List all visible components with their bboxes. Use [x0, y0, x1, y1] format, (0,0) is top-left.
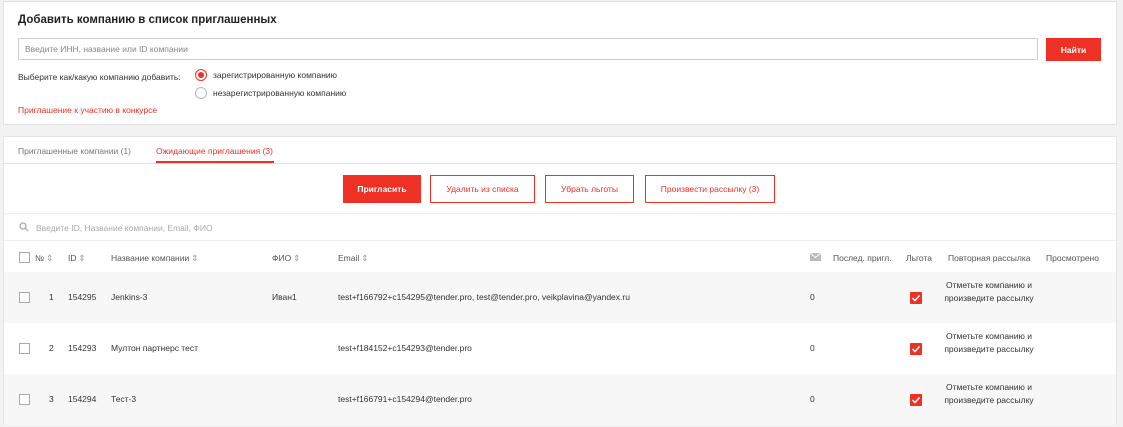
table-filter-input[interactable] [36, 219, 536, 237]
row-checkbox[interactable] [19, 292, 30, 303]
add-panel-title: Добавить компанию в список приглашенных [18, 14, 277, 26]
add-company-panel: Добавить компанию в список приглашенных … [3, 1, 1117, 125]
row-email: test+f166792+c154295@tender.pro, test@te… [338, 292, 630, 302]
row-mail-count: 0 [810, 394, 815, 404]
tabs-bar: Приглашенные компании (1) Ожидающие приг… [4, 137, 1116, 164]
sort-icon: ⇕ [191, 253, 199, 263]
row-email: test+f184152+c154293@tender.pro [338, 343, 472, 353]
invite-to-tender-link[interactable]: Приглашение к участию в конкурсе [18, 105, 157, 115]
row-num: 2 [49, 343, 54, 353]
sort-icon: ⇕ [361, 253, 369, 263]
remove-from-list-button[interactable]: Удалить из списка [430, 175, 535, 203]
sort-icon: ⇕ [46, 253, 54, 263]
table-filter-row [4, 213, 1116, 241]
choose-type-label: Выберите как/какую компанию добавить: [18, 72, 181, 82]
benefit-checkbox-checked-icon[interactable] [910, 394, 922, 406]
row-num: 1 [49, 292, 54, 302]
select-all-checkbox[interactable] [19, 252, 30, 263]
col-repeat-mailing: Повторная рассылка [948, 253, 1031, 263]
tab-invited-companies[interactable]: Приглашенные компании (1) [18, 146, 131, 156]
table-header: № ⇕ ID ⇕ Название компании ⇕ ФИО ⇕ Email ⇕ По… [4, 241, 1116, 272]
col-num[interactable]: № ⇕ [35, 253, 53, 264]
benefit-checkbox-checked-icon[interactable] [910, 292, 922, 304]
row-mail-count: 0 [810, 292, 815, 302]
tab-pending-invitations[interactable]: Ожидающие приглашения (3) [156, 146, 273, 156]
row-email: test+f166791+c154294@tender.pro [338, 394, 472, 404]
col-viewed: Просмотрено [1046, 253, 1099, 263]
row-num: 3 [49, 394, 54, 404]
row-mail-count: 0 [810, 343, 815, 353]
row-company: Тест-3 [111, 394, 137, 404]
table-row[interactable]: 3 154294 Тест-3 test+f166791+c154294@ten… [4, 374, 1116, 425]
row-repeat-hint: Отметьте компанию и произведите рассылку [944, 382, 1034, 405]
radio-checked-icon[interactable] [195, 69, 207, 81]
row-id: 154294 [68, 394, 97, 404]
send-mailing-button[interactable]: Произвести рассылку (3) [645, 175, 775, 203]
row-repeat-hint: Отметьте компанию и произведите рассылку [944, 331, 1034, 354]
company-search-input[interactable] [18, 38, 1038, 60]
row-fio: Иван1 [272, 292, 297, 302]
col-company[interactable]: Название компании ⇕ [111, 253, 198, 264]
row-id: 154295 [68, 292, 97, 302]
table-row[interactable]: 2 154293 Мултон партнерс тест test+f1841… [4, 323, 1116, 374]
radio-unchecked-icon[interactable] [195, 87, 207, 99]
col-email[interactable]: Email ⇕ [338, 253, 368, 264]
search-icon [19, 222, 29, 232]
sort-icon: ⇕ [78, 253, 86, 263]
row-company: Jenkins-3 [111, 292, 148, 302]
benefit-checkbox-checked-icon[interactable] [910, 343, 922, 355]
row-repeat-hint: Отметьте компанию и произведите рассылку [944, 280, 1034, 303]
col-id[interactable]: ID ⇕ [68, 253, 86, 264]
row-id: 154293 [68, 343, 97, 353]
radio-registered-label: зарегистрированную компанию [213, 70, 338, 80]
col-last-invite: Послед. пригл. [833, 253, 892, 263]
row-checkbox[interactable] [19, 394, 30, 405]
sort-icon: ⇕ [293, 253, 301, 263]
col-benefit: Льгота [906, 253, 932, 263]
invite-button[interactable]: Пригласить [343, 175, 421, 203]
active-tab-indicator [156, 161, 274, 163]
row-checkbox[interactable] [19, 343, 30, 354]
radio-unregistered-company[interactable]: незарегистрированную компанию [195, 87, 346, 99]
col-fio[interactable]: ФИО ⇕ [272, 253, 300, 264]
row-company: Мултон партнерс тест [111, 343, 198, 353]
invitations-panel: Приглашенные компании (1) Ожидающие приг… [3, 136, 1117, 425]
table-row[interactable]: 1 154295 Jenkins-3 Иван1 test+f166792+c1… [4, 272, 1116, 323]
find-button[interactable]: Найти [1046, 38, 1101, 61]
remove-benefits-button[interactable]: Убрать льготы [545, 175, 634, 203]
radio-unregistered-label: незарегистрированную компанию [213, 88, 347, 98]
envelope-icon [810, 253, 821, 261]
radio-registered-company[interactable]: зарегистрированную компанию [195, 69, 337, 81]
